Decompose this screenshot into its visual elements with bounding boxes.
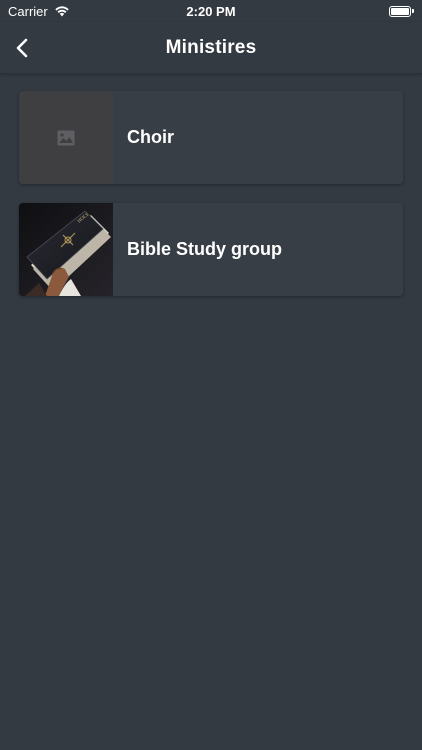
ministries-list: Choir HOLY Bible Study group — [19, 91, 403, 315]
page-title: Ministires — [165, 36, 257, 58]
battery-icon — [389, 5, 411, 17]
list-item[interactable]: HOLY Bible Study group — [19, 203, 403, 296]
battery-fill — [391, 7, 409, 15]
status-bar: Carrier 2:20 PM — [0, 0, 422, 22]
status-time: 2:20 PM — [186, 3, 236, 19]
thumbnail — [19, 91, 113, 184]
image-placeholder-icon — [57, 130, 75, 146]
back-button[interactable] — [8, 32, 36, 64]
list-item-label: Bible Study group — [127, 239, 282, 259]
list-item-label: Choir — [127, 127, 174, 147]
app-screen: Carrier 2:20 PM Ministires Choir HOLY Bi… — [0, 0, 422, 750]
bible-photo: HOLY — [19, 203, 113, 296]
list-item[interactable]: Choir — [19, 91, 403, 184]
chevron-left-icon — [15, 38, 29, 58]
navigation-bar: Ministires — [0, 22, 422, 74]
